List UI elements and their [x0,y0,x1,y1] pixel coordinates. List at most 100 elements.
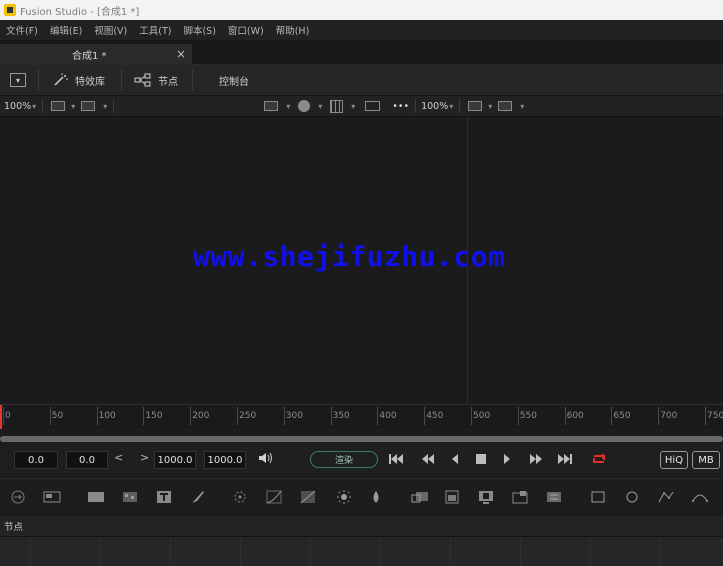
motion-blur-toggle[interactable]: MB [692,451,720,469]
roi-icon[interactable] [264,101,279,111]
menu-window[interactable]: 窗口(W) [222,23,270,37]
node-grid-line [30,537,31,566]
grid-icon[interactable] [330,99,344,113]
effects-library-button[interactable]: 特效库 [53,73,105,88]
ruler-tick [49,407,51,425]
right-viewer-zoom[interactable]: 100% [421,101,448,112]
ruler-tick-label: 550 [519,411,537,421]
transform-icon[interactable] [544,488,564,506]
ruler-tick [424,407,426,425]
step-forward-button[interactable]: > [140,451,149,464]
color-curves-icon[interactable] [264,488,284,506]
chevron-down-icon[interactable]: ▾ [449,102,453,111]
rectangle-mask-icon[interactable] [588,488,608,506]
loop-icon[interactable] [590,451,608,470]
chevron-down-icon[interactable]: ▾ [286,102,290,111]
go-to-start-icon[interactable] [388,453,404,468]
color-corrector-icon[interactable] [230,488,250,506]
go-to-end-icon[interactable] [557,453,573,468]
ruler-tick-label: 100 [98,411,116,421]
text-icon[interactable] [154,488,174,506]
timeline-scrollbar[interactable] [0,436,723,442]
console-button[interactable]: 控制台 [219,73,249,88]
right-viewer[interactable] [468,117,723,403]
chevron-down-icon[interactable]: ▾ [520,102,524,111]
transport-bar: 0.0 0.0 < > 1000.0 1000.0 渲染 HiQ MB [0,445,723,473]
step-back-icon[interactable] [450,453,460,468]
ruler-tick-label: 600 [566,411,584,421]
title-bar: Fusion Studio - [合成1 *] [0,0,723,20]
saver-icon[interactable] [42,488,62,506]
global-end-field[interactable]: 1000.0 [204,451,246,469]
chevron-down-icon[interactable]: ▾ [488,102,492,111]
chevron-down-icon[interactable]: ▾ [103,102,107,111]
nodes-button[interactable]: 节点 [134,73,178,88]
menu-tools[interactable]: 工具(T) [133,23,177,37]
view-mode-icon[interactable] [81,101,96,111]
main-toolbar: ▾ 特效库 节点 控制台 [0,65,723,96]
stop-icon[interactable] [476,454,486,467]
ruler-tick [377,407,379,425]
channel-a-icon[interactable] [468,101,483,111]
menu-help[interactable]: 帮助(H) [270,23,316,37]
menu-file[interactable]: 文件(F) [0,23,44,37]
paint-icon[interactable] [188,488,208,506]
matte-control-icon[interactable] [476,488,496,506]
color-channels-icon[interactable] [298,100,311,112]
background-icon[interactable] [86,488,106,506]
dropdown-toggle-icon[interactable]: ▾ [10,73,26,87]
nodes-label: 节点 [158,76,178,88]
playhead[interactable] [0,405,2,429]
menu-edit[interactable]: 编辑(E) [44,23,88,37]
node-grid-line [100,537,101,566]
rewind-icon[interactable] [420,453,436,468]
merge-icon[interactable] [410,488,430,506]
tab-label: 合成1 * [72,50,107,62]
effects-library-label: 特效库 [75,76,105,88]
channel-boolean-icon[interactable] [442,488,462,506]
toolbar-divider [38,69,39,91]
play-icon[interactable] [502,453,512,468]
timeline-ruler[interactable]: 0 50 100 150 200 250 300 350 400 450 500 550 600 650 7… [0,404,723,429]
toolbar-divider [121,69,122,91]
loader-icon[interactable] [8,488,28,506]
audio-icon[interactable] [257,451,273,468]
ellipse-mask-icon[interactable] [622,488,642,506]
brightness-contrast-icon[interactable] [334,488,354,506]
node-grid-line [310,537,311,566]
window-title: Fusion Studio - [合成1 *] [20,6,140,18]
node-grid-line [450,537,451,566]
ruler-tick-label: 200 [192,411,210,421]
menu-view[interactable]: 视图(V) [88,23,133,37]
fast-forward-icon[interactable] [528,453,544,468]
nodes-panel-header: 节点 [0,516,723,537]
ruler-tick [517,407,519,425]
node-editor-area[interactable] [0,537,723,566]
safe-frame-icon[interactable] [365,101,381,111]
menu-script[interactable]: 脚本(S) [177,23,221,37]
chevron-down-icon[interactable]: ▾ [32,102,36,111]
ruler-tick-label: 450 [426,411,444,421]
channel-a-icon[interactable] [51,101,66,111]
tab-close-button[interactable]: × [176,47,186,61]
polygon-mask-icon[interactable] [656,488,676,506]
step-back-button[interactable]: < [114,451,123,464]
chevron-down-icon[interactable]: ▾ [318,102,322,111]
render-button[interactable]: 渲染 [310,451,378,468]
blur-icon[interactable] [366,488,386,506]
tab-composition[interactable]: 合成1 * × [0,44,192,64]
chevron-down-icon[interactable]: ▾ [351,102,355,111]
left-viewer-zoom[interactable]: 100% [4,101,31,112]
fast-noise-icon[interactable] [120,488,140,506]
view-mode-icon[interactable] [498,101,513,111]
ruler-tick [471,407,472,425]
hue-curves-icon[interactable] [298,488,318,506]
chevron-down-icon[interactable]: ▾ [71,102,75,111]
render-end-field[interactable]: 1000.0 [154,451,196,469]
render-start-field[interactable]: 0.0 [66,451,108,469]
viewer-options-button[interactable]: ••• [392,101,409,112]
hiq-toggle[interactable]: HiQ [660,451,688,469]
global-start-field[interactable]: 0.0 [14,451,58,469]
resize-icon[interactable] [510,488,530,506]
bspline-mask-icon[interactable] [690,488,710,506]
